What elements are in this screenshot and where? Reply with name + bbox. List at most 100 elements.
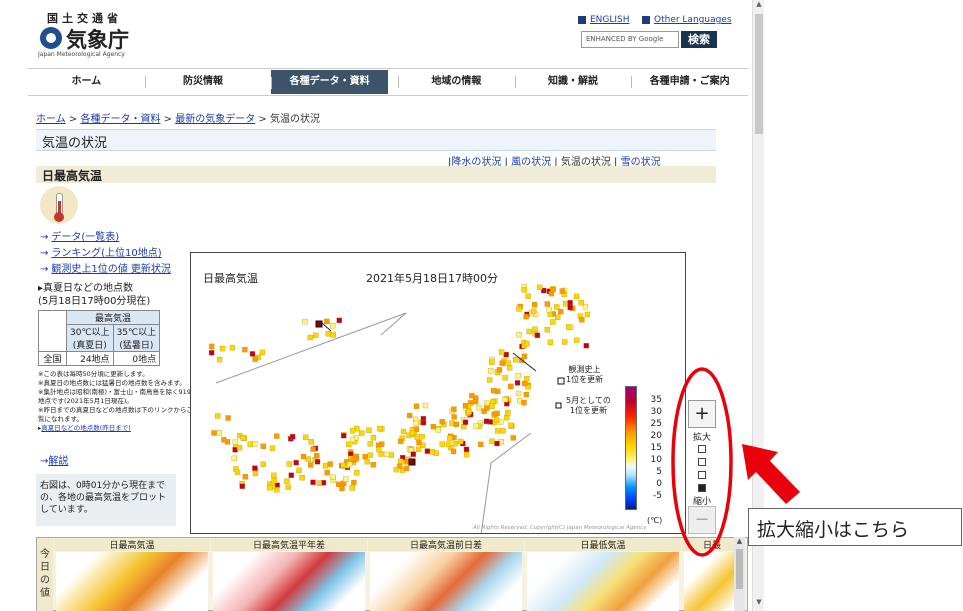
breadcrumb-data[interactable]: 各種データ・資料: [80, 114, 160, 125]
station-marker: [453, 421, 459, 427]
thumb-next[interactable]: 日最: [682, 538, 742, 611]
station-marker: [308, 462, 314, 468]
station-marker: [354, 470, 360, 476]
station-marker: [393, 466, 400, 473]
station-marker: [574, 337, 580, 343]
station-marker: [496, 367, 503, 373]
nav-disaster-info[interactable]: 防災情報: [144, 69, 262, 95]
count-title: ▸真夏日などの地点数 (5月18日17時00分現在): [38, 283, 151, 307]
notes: ※この表は毎時50分頃に更新します。 ※真夏日の地点数には猛暑日の地点数を含みま…: [38, 370, 193, 433]
legend-record: 観測史上 1位を更新: [566, 365, 604, 384]
station-marker: [573, 293, 580, 300]
zoom-level-3[interactable]: [698, 471, 706, 479]
square-bullet-icon: [578, 16, 586, 24]
zoom-out-button[interactable]: −: [688, 506, 716, 534]
link-data-table[interactable]: → データ(一覧表): [40, 230, 171, 246]
station-marker: [247, 441, 253, 447]
link-commentary[interactable]: →解説: [40, 452, 68, 467]
station-marker: [521, 287, 527, 293]
scroll-thumb[interactable]: [755, 14, 763, 134]
station-marker: [489, 403, 495, 409]
station-marker: [330, 322, 336, 329]
link-hot-days-yesterday[interactable]: ▸真夏日などの地点数(昨日まで): [38, 424, 193, 433]
link-ranking[interactable]: → ランキング(上位10地点): [40, 246, 171, 262]
breadcrumb-latest[interactable]: 最新の気象データ: [175, 114, 255, 125]
station-marker: [505, 410, 511, 416]
search-input[interactable]: ENHANCED BY Google: [581, 31, 679, 48]
station-marker: [406, 412, 413, 419]
station-marker: [398, 438, 404, 444]
station-marker: [494, 428, 501, 434]
station-marker: [430, 423, 437, 430]
zoom-level-4[interactable]: [698, 484, 706, 492]
station-marker: [451, 414, 457, 420]
jma-logo-icon: [40, 27, 62, 49]
station-marker: [324, 469, 330, 476]
scroll-up-icon[interactable]: ▲: [734, 537, 745, 545]
station-marker: [494, 440, 500, 447]
zoom-in-button[interactable]: +: [688, 400, 716, 428]
station-marker: [502, 397, 508, 403]
thumbnail-strip: 今日の値 日最高気温 日最高気温平年差 日最高気温前日差 日最低気温 日最: [36, 537, 748, 611]
station-marker: [339, 485, 345, 492]
station-marker: [403, 465, 410, 472]
station-marker: [225, 415, 231, 421]
jma-logo[interactable]: 国土交通省 気象庁 Japan Meteorological Agency: [38, 10, 158, 62]
station-marker: [322, 463, 329, 469]
search-button[interactable]: 検索: [681, 31, 717, 48]
scroll-down-icon[interactable]: ▼: [753, 598, 765, 610]
annotation-callout: 拡大縮小はこちら: [748, 508, 962, 546]
station-marker: [429, 449, 435, 455]
thumb-map-image: [56, 552, 208, 611]
station-marker: [271, 477, 277, 484]
nav-applications[interactable]: 各種申請・ご案内: [631, 69, 748, 95]
thumb-max-temp[interactable]: 日最高気温: [54, 538, 210, 611]
thumbnail-scrollbar[interactable]: ▲: [734, 537, 745, 611]
station-marker: [208, 350, 215, 356]
thumb-map-image: [213, 552, 365, 611]
station-marker: [555, 314, 561, 320]
station-marker: [303, 434, 309, 440]
station-marker: [469, 392, 475, 399]
station-marker: [370, 435, 377, 441]
station-marker: [554, 304, 560, 310]
nav-regional-info[interactable]: 地域の情報: [398, 69, 515, 95]
station-marker: [362, 454, 368, 460]
breadcrumb-home[interactable]: ホーム: [36, 114, 66, 125]
thumb-max-temp-normal-diff[interactable]: 日最高気温平年差: [211, 538, 367, 611]
english-link[interactable]: ENGLISH: [578, 15, 630, 25]
thumb-max-temp-prev-diff[interactable]: 日最高気温前日差: [368, 538, 524, 611]
station-marker: [462, 402, 469, 409]
station-marker: [584, 311, 591, 318]
zoom-level-1[interactable]: [698, 445, 706, 453]
station-marker: [512, 357, 519, 363]
station-marker: [384, 451, 390, 458]
station-marker: [379, 441, 385, 447]
station-marker: [499, 360, 505, 366]
station-marker: [377, 425, 383, 432]
scroll-thumb[interactable]: [736, 549, 743, 589]
nav-knowledge[interactable]: 知識・解説: [514, 69, 632, 95]
zoom-level-2[interactable]: [698, 458, 706, 466]
station-marker: [232, 439, 239, 445]
legend-color-bar: [625, 386, 637, 510]
zoom-control: + 拡大 縮小 −: [688, 400, 716, 534]
thumb-min-temp[interactable]: 日最低気温: [525, 538, 681, 611]
station-marker: [445, 441, 452, 447]
station-marker: [439, 419, 445, 425]
station-marker: [534, 332, 541, 338]
station-marker: [504, 414, 510, 421]
station-marker: [327, 461, 333, 467]
station-marker: [341, 433, 347, 439]
station-marker: [350, 428, 356, 434]
nav-home[interactable]: ホーム: [28, 69, 145, 95]
temperature-map[interactable]: 日最高気温 2021年5月18日17時00分 観測史上 1位を更新 5月としての…: [190, 252, 686, 534]
station-marker: [500, 428, 506, 434]
station-marker: [293, 459, 299, 466]
legend-may-record: 5月としての 1位を更新: [566, 396, 611, 415]
link-record-updates[interactable]: → 観測史上1位の値 更新状況: [40, 262, 171, 278]
nav-data[interactable]: 各種データ・資料: [271, 70, 389, 94]
other-languages-link[interactable]: Other Languages: [642, 15, 732, 25]
station-marker: [324, 318, 330, 325]
scroll-up-icon[interactable]: ▲: [753, 0, 765, 12]
